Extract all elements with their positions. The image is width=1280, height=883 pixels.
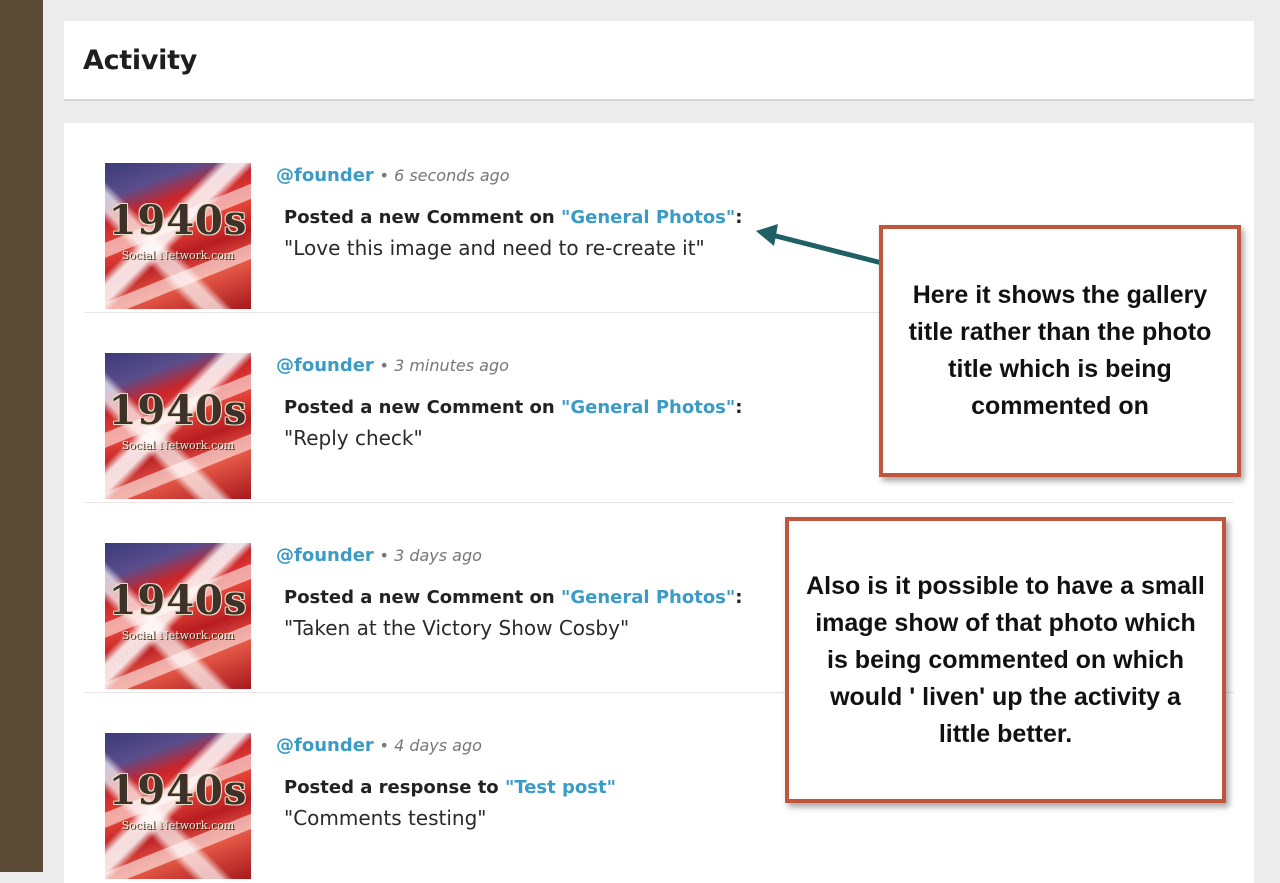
gallery-link[interactable]: "General Photos" (561, 587, 735, 608)
action-prefix: Posted a new Comment on (284, 397, 561, 418)
timestamp: 3 minutes ago (394, 356, 509, 375)
avatar[interactable]: 1940s Social Network.com (105, 163, 251, 309)
page-title: Activity (83, 45, 198, 76)
avatar-logo-text: 1940s (108, 387, 248, 434)
avatar-logo-subtext: Social Network.com (121, 819, 235, 832)
activity-action: Posted a new Comment on "General Photos"… (284, 587, 742, 608)
annotation-callout-gallery-title: Here it shows the gallery title rather t… (879, 225, 1241, 477)
avatar-logo-text: 1940s (108, 197, 248, 244)
avatar-logo-subtext: Social Network.com (121, 249, 235, 262)
avatar-logo-text: 1940s (108, 577, 248, 624)
comment-text: "Comments testing" (284, 806, 487, 830)
activity-action: Posted a new Comment on "General Photos"… (284, 397, 742, 418)
activity-meta: @founder • 3 minutes ago (276, 355, 509, 376)
avatar-logo-text: 1940s (108, 767, 248, 814)
timestamp: 6 seconds ago (394, 166, 510, 185)
callout-text: Also is it possible to have a small imag… (806, 571, 1205, 748)
avatar-logo-subtext: Social Network.com (121, 629, 235, 642)
action-prefix: Posted a new Comment on (284, 587, 561, 608)
annotation-callout-thumbnail-suggestion: Also is it possible to have a small imag… (785, 517, 1226, 803)
activity-meta: @founder • 4 days ago (276, 735, 482, 756)
avatar[interactable]: 1940s Social Network.com (105, 733, 251, 879)
avatar[interactable]: 1940s Social Network.com (105, 543, 251, 689)
avatar[interactable]: 1940s Social Network.com (105, 353, 251, 499)
username-link[interactable]: @founder (276, 355, 374, 376)
username-link[interactable]: @founder (276, 165, 374, 186)
comment-text: "Taken at the Victory Show Cosby" (284, 616, 630, 640)
action-prefix: Posted a response to (284, 777, 505, 798)
comment-text: "Love this image and need to re-create i… (284, 236, 705, 260)
comment-text: "Reply check" (284, 426, 423, 450)
gallery-link[interactable]: "General Photos" (561, 397, 735, 418)
post-link[interactable]: "Test post" (505, 777, 616, 798)
gallery-link[interactable]: "General Photos" (561, 207, 735, 228)
action-prefix: Posted a new Comment on (284, 207, 561, 228)
avatar-logo-subtext: Social Network.com (121, 439, 235, 452)
timestamp: 3 days ago (394, 546, 482, 565)
activity-action: Posted a response to "Test post" (284, 777, 616, 798)
activity-header: Activity (64, 21, 1254, 101)
username-link[interactable]: @founder (276, 735, 374, 756)
activity-meta: @founder • 3 days ago (276, 545, 482, 566)
left-sidebar (0, 0, 43, 872)
activity-meta: @founder • 6 seconds ago (276, 165, 510, 186)
action-suffix: : (735, 587, 743, 608)
callout-text: Here it shows the gallery title rather t… (908, 281, 1212, 420)
annotation-arrow-icon (756, 224, 885, 266)
username-link[interactable]: @founder (276, 545, 374, 566)
action-suffix: : (735, 397, 743, 418)
timestamp: 4 days ago (394, 736, 482, 755)
action-suffix: : (735, 207, 743, 228)
activity-action: Posted a new Comment on "General Photos"… (284, 207, 742, 228)
